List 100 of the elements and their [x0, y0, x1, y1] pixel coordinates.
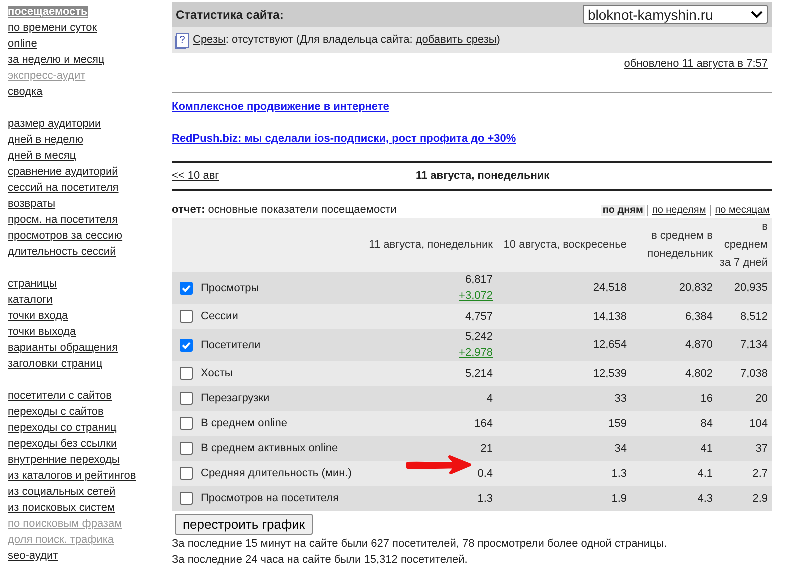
sidebar-link[interactable]: из поисковых систем	[8, 502, 116, 514]
ad-link[interactable]: RedPush.biz: мы сделали ios-подписки, рост профита до +30%	[172, 133, 516, 145]
sidebar-link[interactable]: просмотров за сессию	[8, 230, 123, 242]
checkbox[interactable]	[180, 467, 193, 480]
ad-link[interactable]: Комплексное продвижение в интернете	[172, 101, 390, 113]
sidebar-link[interactable]: страницы	[8, 278, 58, 290]
table-cell: 33	[614, 392, 627, 404]
table-cell: 4,757	[465, 310, 493, 322]
table-cell: 159	[608, 418, 627, 430]
sidebar-link[interactable]: online	[8, 38, 38, 50]
current-date: 11 августа, понедельник	[416, 170, 550, 182]
table-cell: 4.3	[698, 492, 713, 504]
period-tab[interactable]: по дням	[600, 204, 646, 216]
sidebar-link[interactable]: переходы без ссылки	[8, 438, 118, 450]
table-cell: 20	[756, 392, 768, 404]
row-label: Перезагрузки	[201, 392, 270, 404]
sidebar-link[interactable]: переходы с сайтов	[8, 406, 104, 418]
row-label: Сессии	[201, 310, 238, 322]
table-cell: 20,832	[679, 282, 713, 294]
help-icon[interactable]: ?	[176, 32, 189, 48]
table-cell: 5,214	[465, 368, 493, 380]
table-cell: 34	[614, 442, 627, 454]
table-cell: 12,539	[593, 368, 627, 380]
table-cell: 12,654	[593, 339, 627, 351]
rebuild-chart-button[interactable]: перестроить график	[175, 514, 314, 535]
sidebar-link[interactable]: каталоги	[8, 294, 53, 306]
sidebar-link[interactable]: возвраты	[8, 198, 56, 210]
table-cell: 7,134	[740, 339, 768, 351]
row-label: В среднем online	[201, 418, 288, 430]
sidebar-link[interactable]: размер аудитории	[8, 118, 102, 130]
table-cell: 4.1	[698, 468, 713, 480]
row-label: Просмотров на посетителя	[201, 492, 340, 504]
sidebar-link[interactable]: сравнение аудиторий	[8, 166, 118, 178]
header-title: Статистика сайта:	[176, 8, 284, 22]
sidebar-link[interactable]: дней в неделю	[8, 134, 84, 146]
column-header: в среднем за 7 дней	[717, 218, 772, 272]
sidebar-link[interactable]: за неделю и месяц	[8, 54, 105, 66]
row-label: В среднем активных online	[201, 442, 338, 454]
checkbox[interactable]	[180, 392, 193, 405]
table-cell: 21	[480, 442, 493, 454]
sidebar-link[interactable]: из социальных сетей	[8, 486, 116, 498]
table-cell: 4,870	[685, 339, 713, 351]
chevron-icon	[751, 10, 763, 18]
checkbox[interactable]	[180, 282, 193, 294]
table-cell: 4,802	[685, 368, 713, 380]
checkbox[interactable]	[180, 417, 193, 430]
table-cell: 84	[700, 418, 713, 430]
sidebar-link[interactable]: из каталогов и рейтингов	[8, 470, 136, 482]
period-tab[interactable]: по месяцам	[713, 204, 772, 216]
checkbox[interactable]	[180, 310, 193, 323]
previous-day-link[interactable]: << 10 авг	[172, 170, 220, 182]
table-cell: 7,038	[740, 368, 768, 380]
table-cell: 0.4	[478, 468, 493, 480]
column-header: 11 августа, понедельник	[330, 218, 497, 272]
period-tab[interactable]: по неделям	[650, 204, 708, 216]
table-cell: 20,935	[734, 282, 768, 294]
site-select[interactable]: bloknot-kamyshin.ru	[583, 5, 768, 24]
updated-link[interactable]: обновлено 11 августа в 7:57	[624, 58, 768, 87]
checkbox[interactable]	[180, 338, 193, 352]
sidebar-link[interactable]: посетители с сайтов	[8, 390, 112, 402]
row-label: Посетители	[201, 339, 261, 351]
sidebar-link[interactable]: сводка	[8, 86, 43, 98]
row-label: Просмотры	[201, 282, 260, 294]
add-slices-link[interactable]: добавить срезы	[416, 34, 497, 46]
checkbox[interactable]	[180, 367, 193, 380]
table-cell: 24,518	[593, 282, 627, 294]
sidebar-link[interactable]: просм. на посетителя	[8, 214, 118, 226]
summary-text: За последние 15 минут на сайте были 627 посетителей, 78 просмотрели более одной страницы.	[172, 538, 668, 551]
table-cell: 41	[700, 442, 713, 454]
sidebar-link[interactable]: внутренние переходы	[8, 454, 120, 466]
table-cell: 2.9	[752, 492, 768, 504]
row-label: Хосты	[201, 368, 233, 380]
sidebar-link[interactable]: seo-аудит	[8, 550, 58, 562]
table-cell: 14,138	[593, 310, 627, 322]
checkbox[interactable]	[180, 492, 193, 505]
table-cell: 104	[750, 418, 768, 430]
table-cell: 1.3	[478, 492, 493, 504]
sidebar-link[interactable]: точки входа	[8, 310, 68, 322]
table-cell: 8,512	[740, 310, 768, 322]
checkbox[interactable]	[180, 442, 193, 455]
arrow-annotation	[404, 455, 474, 475]
column-header: 10 августа, воскресенье	[497, 218, 631, 272]
sidebar-link[interactable]: посещаемость	[8, 6, 88, 18]
sidebar-link[interactable]: заголовки страниц	[8, 358, 103, 370]
sidebar-link[interactable]: переходы со страниц	[8, 422, 117, 434]
sidebar-link[interactable]: сессий на посетителя	[8, 182, 119, 194]
column-header: в среднем в понедельник	[631, 218, 717, 272]
sidebar-link[interactable]: точки выхода	[8, 326, 76, 338]
table-cell: 1.9	[612, 492, 627, 504]
sidebar-link[interactable]: дней в месяц	[8, 150, 76, 162]
table-cell: 4	[486, 392, 493, 404]
table-cell: 6,384	[685, 310, 713, 322]
table-cell: 6,817	[465, 274, 493, 286]
table-cell: 37	[756, 442, 768, 454]
table-cell: 16	[700, 392, 713, 404]
sidebar-link[interactable]: варианты обращения	[8, 342, 118, 354]
slices-link[interactable]: Срезы	[193, 34, 226, 46]
table-cell: 1.3	[612, 468, 627, 480]
sidebar-link[interactable]: длительность сессий	[8, 246, 116, 258]
sidebar-link[interactable]: по времени суток	[8, 22, 98, 34]
